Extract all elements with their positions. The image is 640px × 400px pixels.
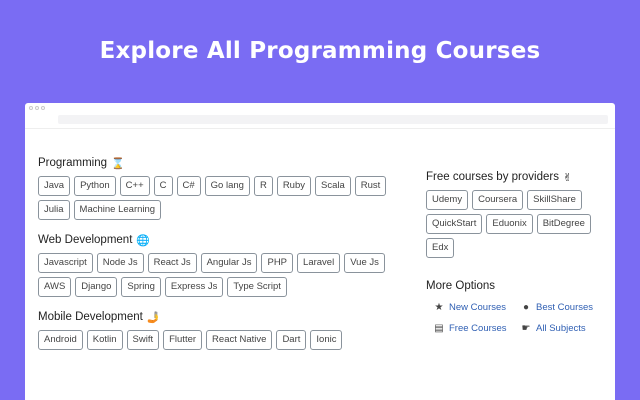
course-tag[interactable]: C++ <box>119 176 150 196</box>
course-tag[interactable]: Scala <box>315 176 351 196</box>
provider-tag[interactable]: Eduonix <box>486 214 533 234</box>
category-title-text: Programming <box>38 157 108 169</box>
category-title-text: Mobile Development <box>38 311 143 323</box>
course-tag[interactable]: Express Js <box>164 277 224 297</box>
course-tag[interactable]: Machine Learning <box>73 200 162 220</box>
course-tag[interactable]: Kotlin <box>86 330 123 350</box>
course-tag[interactable]: Node Js <box>96 253 144 273</box>
tag-list: Java Python C++ C C# Go lang R Ruby Scala Rust Jul… <box>38 176 398 220</box>
course-tag[interactable]: Type Script <box>227 277 287 297</box>
provider-tag-list: Udemy Coursera SkillShare QuickStart Eduonix… <box>426 190 606 258</box>
more-options-list: ★ New Courses ● Best Courses ▤ Free Courses ☛ A… <box>426 302 611 334</box>
provider-tag[interactable]: QuickStart <box>426 214 483 234</box>
selfie-icon: 🤳 <box>146 310 161 324</box>
books-icon: ▤ <box>434 322 444 334</box>
category-section: Mobile Development 🤳 Android Kotlin Swift Flu… <box>38 309 398 350</box>
course-tag[interactable]: React Js <box>147 253 197 273</box>
window-controls <box>29 106 45 110</box>
course-tag[interactable]: Django <box>75 277 118 297</box>
course-tag[interactable]: Angular Js <box>200 253 258 273</box>
globe-icon: 🌐 <box>136 233 151 247</box>
course-tag[interactable]: Swift <box>126 330 160 350</box>
provider-tag[interactable]: BitDegree <box>536 214 591 234</box>
category-title-text: Web Development <box>38 234 133 246</box>
hourglass-icon: ⌛ <box>111 156 125 170</box>
star-icon: ★ <box>434 301 444 313</box>
course-tag[interactable]: PHP <box>261 253 294 273</box>
category-section: Programming ⌛ Java Python C++ C C# Go lang R Ruby… <box>38 155 398 220</box>
category-title: Web Development 🌐 <box>38 232 398 248</box>
course-tag[interactable]: Dart <box>276 330 307 350</box>
sidebar-column: Free courses by providers ✌ Udemy Courser… <box>426 169 611 354</box>
course-tag[interactable]: AWS <box>38 277 72 297</box>
providers-section: Free courses by providers ✌ Udemy Courser… <box>426 169 611 258</box>
course-tag[interactable]: Python <box>74 176 116 196</box>
course-tag[interactable]: Ionic <box>310 330 343 350</box>
course-tag[interactable]: Vue Js <box>344 253 385 273</box>
more-options-title: More Options <box>426 280 496 292</box>
option-label: Free Courses <box>449 323 507 334</box>
course-tag[interactable]: Rust <box>354 176 387 196</box>
course-tag[interactable]: Spring <box>121 277 161 297</box>
victory-hand-icon: ✌ <box>562 170 573 184</box>
option-link[interactable]: ● Best Courses <box>521 302 611 313</box>
course-tag[interactable]: Ruby <box>276 176 311 196</box>
window-dot[interactable] <box>29 106 33 110</box>
option-link[interactable]: ☛ All Subjects <box>521 323 611 334</box>
option-label: All Subjects <box>536 323 586 334</box>
browser-window: Programming ⌛ Java Python C++ C C# Go lang R Ruby… <box>25 103 615 400</box>
categories-column: Programming ⌛ Java Python C++ C C# Go lang R Ruby… <box>38 155 398 362</box>
address-bar[interactable] <box>58 115 608 124</box>
provider-tag[interactable]: Edx <box>426 238 455 258</box>
option-label: Best Courses <box>536 302 594 313</box>
course-tag[interactable]: Flutter <box>163 330 203 350</box>
category-title: Programming ⌛ <box>38 155 398 171</box>
course-tag[interactable]: Go lang <box>204 176 250 196</box>
page-headline: Explore All Programming Courses <box>99 38 541 64</box>
window-dot[interactable] <box>41 106 45 110</box>
course-tag[interactable]: R <box>253 176 273 196</box>
course-tag[interactable]: Android <box>38 330 83 350</box>
more-options-section: More Options ★ New Courses ● Best Courses ▤ F… <box>426 278 611 334</box>
category-title: Mobile Development 🤳 <box>38 309 398 325</box>
course-tag[interactable]: C# <box>176 176 201 196</box>
browser-chrome <box>25 103 615 129</box>
course-tag[interactable]: Javascript <box>38 253 93 273</box>
tag-list: Android Kotlin Swift Flutter React Native Dar… <box>38 330 398 350</box>
course-tag[interactable]: Julia <box>38 200 70 220</box>
category-section: Web Development 🌐 Javascript Node Js React J… <box>38 232 398 297</box>
option-label: New Courses <box>449 302 507 313</box>
provider-tag[interactable]: Coursera <box>472 190 524 210</box>
course-tag[interactable]: C <box>153 176 173 196</box>
course-tag[interactable]: Laravel <box>297 253 341 273</box>
medal-icon: ● <box>522 301 530 313</box>
provider-tag[interactable]: Udemy <box>426 190 469 210</box>
option-link[interactable]: ▤ Free Courses <box>434 323 521 334</box>
course-tag[interactable]: React Native <box>206 330 273 350</box>
provider-tag[interactable]: SkillShare <box>527 190 582 210</box>
providers-title: Free courses by providers ✌ <box>426 169 611 185</box>
window-dot[interactable] <box>35 106 39 110</box>
option-link[interactable]: ★ New Courses <box>434 302 521 313</box>
course-tag[interactable]: Java <box>38 176 71 196</box>
pointing-hand-icon: ☛ <box>521 322 531 334</box>
tag-list: Javascript Node Js React Js Angular Js PHP La… <box>38 253 398 297</box>
providers-title-text: Free courses by providers <box>426 171 559 183</box>
